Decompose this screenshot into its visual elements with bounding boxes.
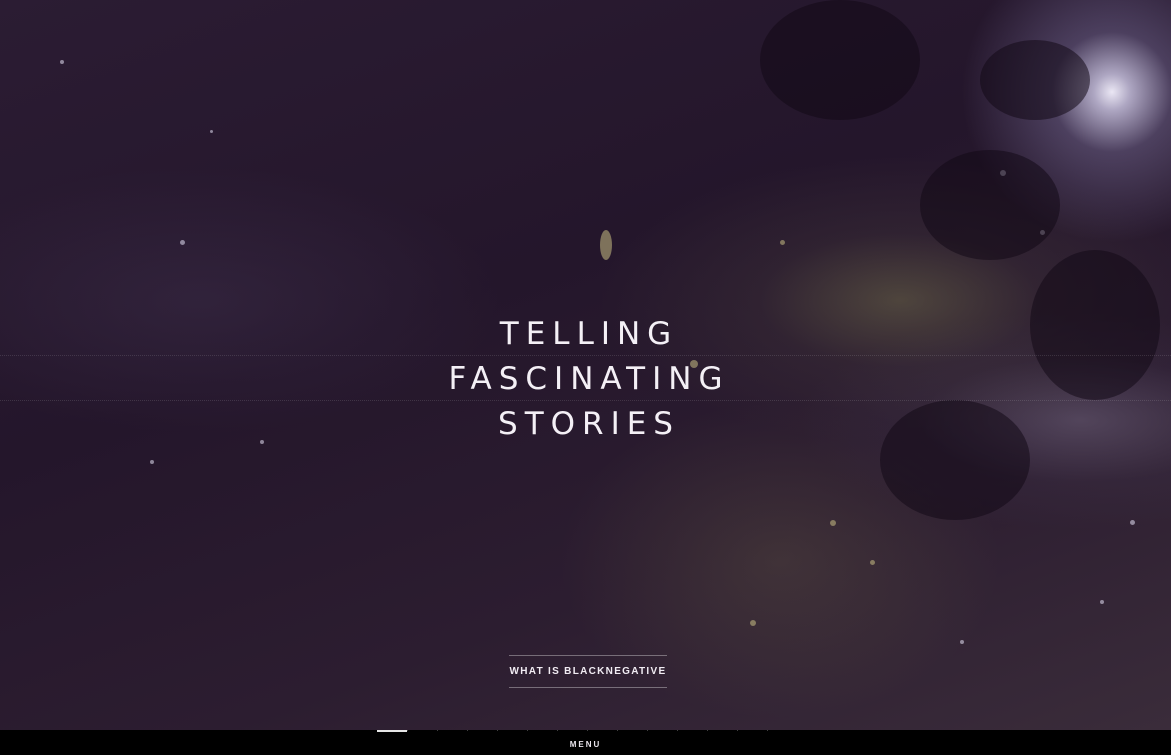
foliage-speck (600, 230, 612, 260)
foliage-speck (60, 60, 64, 64)
headline-line: FASCINATING (448, 361, 730, 397)
headline-line: STORIES (498, 406, 680, 442)
slide-progress (377, 730, 797, 733)
foliage-speck (830, 520, 836, 526)
slide-indicator[interactable] (737, 730, 738, 731)
foliage-shadow (920, 150, 1060, 260)
foliage-speck (1100, 600, 1104, 604)
foliage-shadow (980, 40, 1090, 120)
bottom-bar: MENU (0, 730, 1171, 755)
slide-indicator[interactable] (377, 730, 407, 732)
slide-indicator[interactable] (647, 730, 648, 731)
what-is-blacknegative-button[interactable]: WHAT IS BLACKNEGATIVE (509, 655, 667, 688)
slide-indicator[interactable] (767, 730, 768, 731)
foliage-speck (750, 620, 756, 626)
slide-indicator[interactable] (587, 730, 588, 731)
foliage-speck (870, 560, 875, 565)
slide-indicator[interactable] (437, 730, 438, 731)
foliage-speck (780, 240, 785, 245)
slide-indicator[interactable] (677, 730, 678, 731)
foliage-speck (210, 130, 213, 133)
foliage-speck (1130, 520, 1135, 525)
foliage-speck (150, 460, 154, 464)
slide-indicator[interactable] (407, 730, 408, 731)
slide-indicator[interactable] (617, 730, 618, 731)
foliage-speck (960, 640, 964, 644)
hero-headline: TELLING FASCINATING STORIES (0, 312, 1171, 447)
foliage-speck (180, 240, 185, 245)
slide-indicator[interactable] (557, 730, 558, 731)
foliage-shadow (760, 0, 920, 120)
slide-indicator[interactable] (527, 730, 528, 731)
headline-line: TELLING (499, 316, 679, 352)
slide-indicator[interactable] (497, 730, 498, 731)
slide-indicator[interactable] (707, 730, 708, 731)
menu-button[interactable]: MENU (0, 740, 1171, 749)
slide-indicator[interactable] (467, 730, 468, 731)
